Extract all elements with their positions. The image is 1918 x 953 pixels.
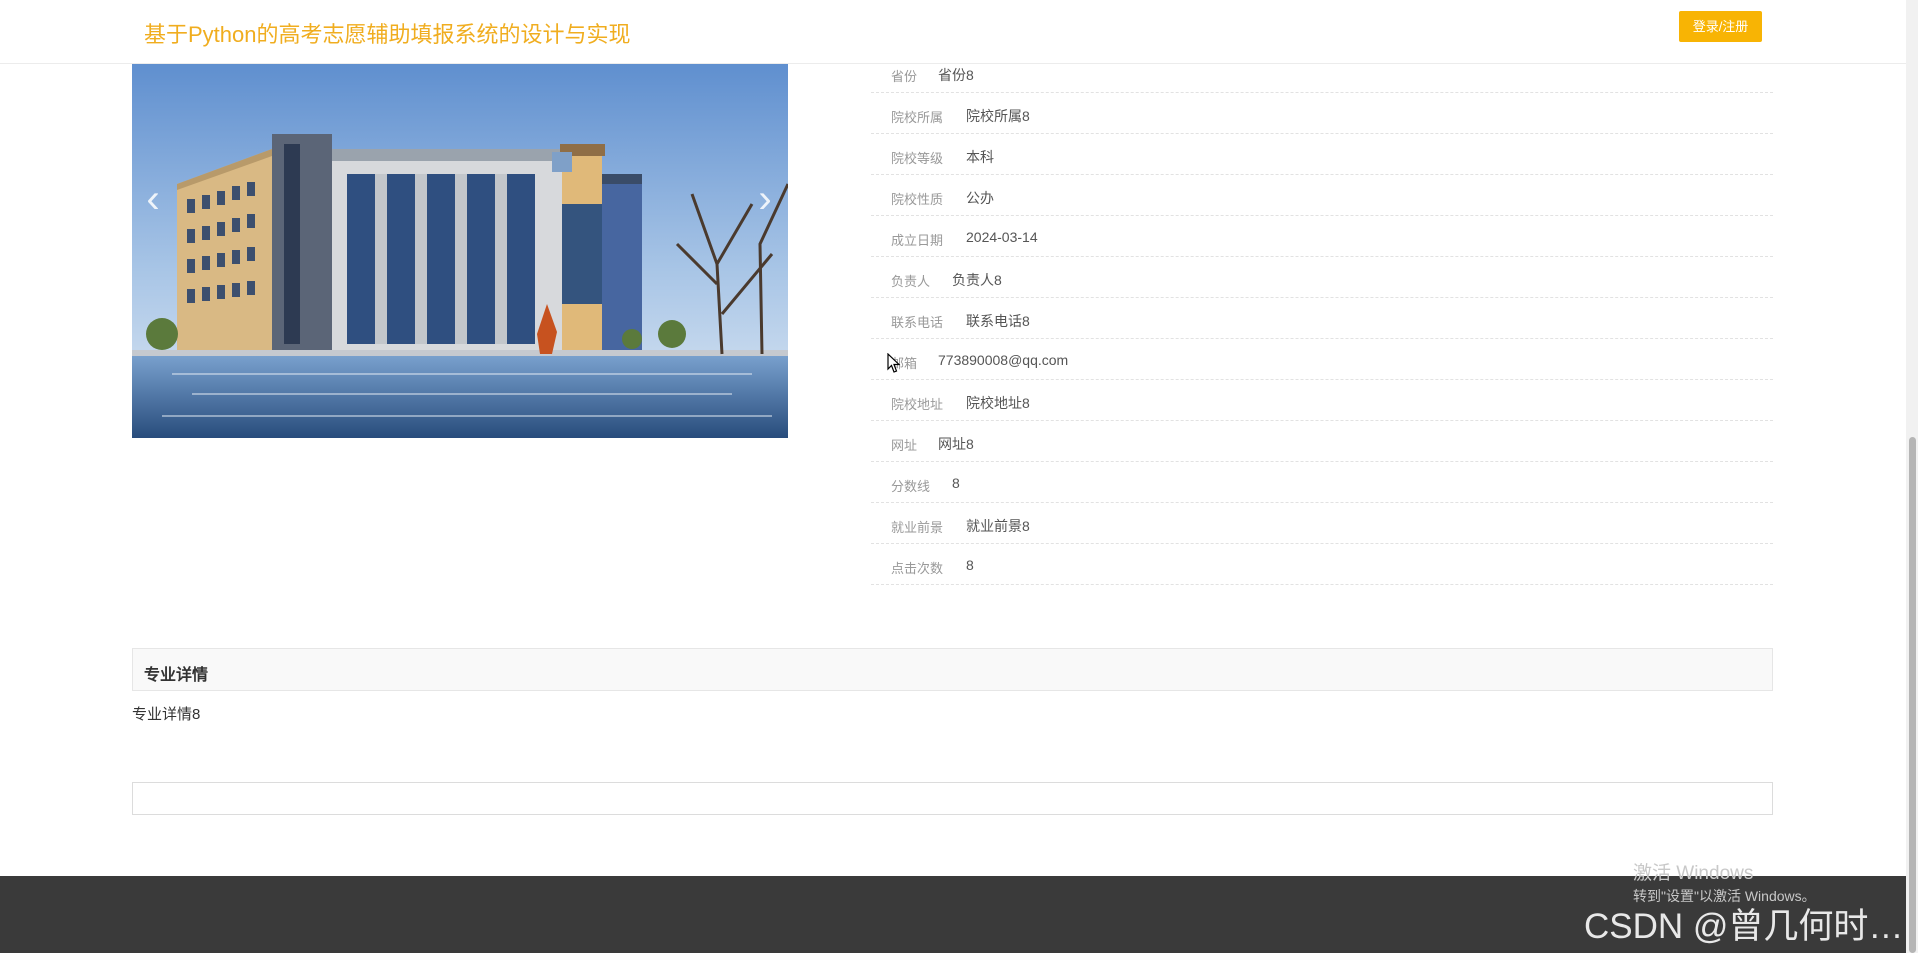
windows-activation-title: 激活 Windows [1633,863,1754,884]
detail-value: 院校所属8 [966,108,1030,124]
detail-label: 就业前景 [891,520,944,535]
carousel-next-icon[interactable]: › [752,176,778,222]
detail-row-nature: 院校性质 公办 [871,175,1773,216]
detail-value: 8 [952,475,960,491]
detail-value: 网址8 [938,436,974,452]
detail-value: 公办 [966,190,994,206]
school-building-image [132,64,788,438]
detail-label: 成立日期 [891,233,944,248]
detail-label: 联系电话 [891,315,944,330]
detail-value: 8 [966,557,974,573]
detail-row-phone: 联系电话 联系电话8 [871,298,1773,339]
detail-label: 分数线 [891,479,931,494]
school-detail-list: 省份 省份8 院校所属 院校所属8 院校等级 本科 院校性质 公办 成立日期 2… [871,52,1773,585]
detail-row-email: 邮箱 773890008@qq.com [871,339,1773,380]
csdn-watermark: CSDN @曾几何时… [1584,907,1904,946]
detail-label: 院校性质 [891,192,944,207]
detail-label: 点击次数 [891,561,944,576]
detail-label: 省份 [891,69,918,84]
detail-row-click-count: 点击次数 8 [871,544,1773,585]
site-title[interactable]: 基于Python的高考志愿辅助填报系统的设计与实现 [144,17,631,49]
detail-row-score-line: 分数线 8 [871,462,1773,503]
detail-value: 773890008@qq.com [938,352,1069,368]
scrollbar-thumb[interactable] [1909,437,1916,953]
detail-value: 2024-03-14 [966,229,1038,245]
detail-label: 网址 [891,438,918,453]
detail-row-founded-date: 成立日期 2024-03-14 [871,216,1773,257]
section-title: 专业详情 [144,667,209,684]
detail-value: 院校地址8 [966,395,1030,411]
detail-label: 院校等级 [891,151,944,166]
detail-value: 省份8 [938,67,974,83]
top-header: 基于Python的高考志愿辅助填报系统的设计与实现 登录/注册 [0,0,1906,64]
detail-label: 负责人 [891,274,931,289]
school-image-carousel [132,64,788,438]
detail-row-address: 院校地址 院校地址8 [871,380,1773,421]
empty-content-box [132,782,1773,815]
detail-value: 就业前景8 [966,518,1030,534]
major-details-heading-bar: 专业详情 [132,648,1773,691]
mouse-cursor-icon [887,353,901,373]
detail-value: 联系电话8 [966,313,1030,329]
detail-label: 院校地址 [891,397,944,412]
detail-label: 院校所属 [891,110,944,125]
detail-row-principal: 负责人 负责人8 [871,257,1773,298]
detail-row-level: 院校等级 本科 [871,134,1773,175]
detail-row-affiliation: 院校所属 院校所属8 [871,93,1773,134]
detail-row-employment: 就业前景 就业前景8 [871,503,1773,544]
major-details-content: 专业详情8 [132,706,201,723]
detail-row-website: 网址 网址8 [871,421,1773,462]
detail-value: 负责人8 [952,272,1002,288]
carousel-prev-icon[interactable]: ‹ [140,176,166,222]
login-register-button[interactable]: 登录/注册 [1679,11,1762,42]
detail-value: 本科 [966,149,994,165]
